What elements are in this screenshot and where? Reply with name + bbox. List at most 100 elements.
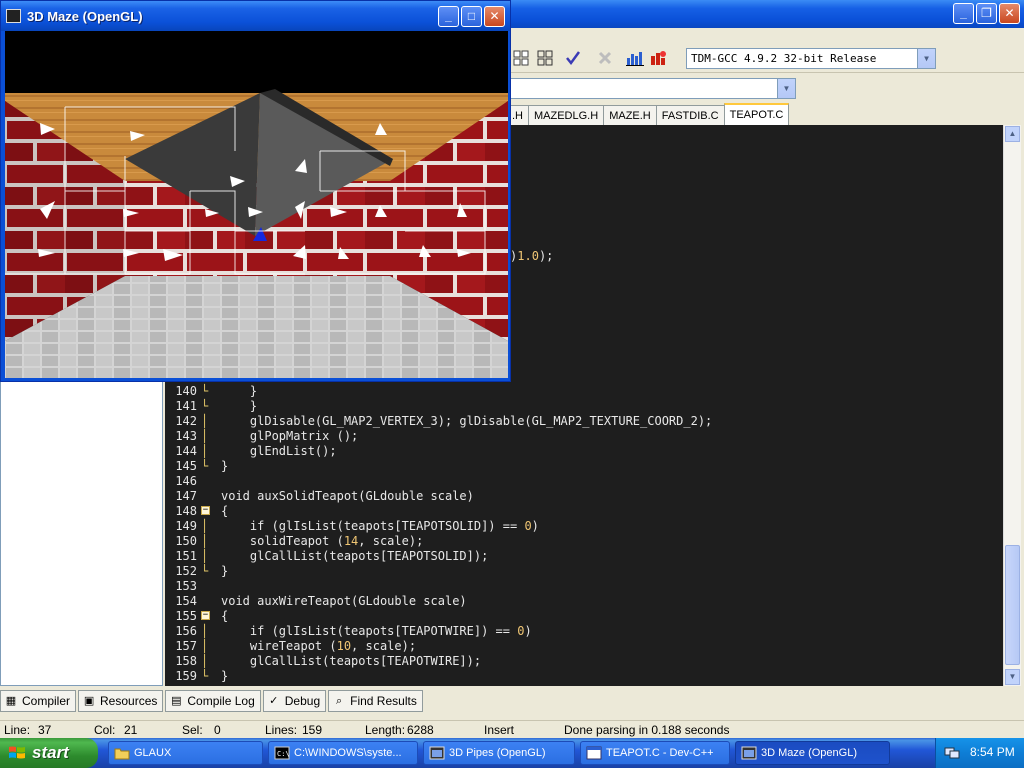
status-length-label: Length: [365, 723, 406, 737]
status-col: Col: 21 [94, 723, 137, 737]
network-icon[interactable] [944, 745, 960, 760]
ide-close-button[interactable]: ✕ [999, 3, 1020, 24]
taskbar-button-label: GLAUX [134, 747, 172, 759]
code-line[interactable]: 153 [165, 579, 1003, 594]
fold-guide: └ [201, 399, 209, 413]
code-text: glCallList(teapots[TEAPOTSOLID]); [221, 549, 489, 563]
code-line[interactable]: 159 └} [165, 669, 1003, 684]
check-icon[interactable] [564, 50, 582, 68]
status-mode: Insert [484, 723, 515, 737]
code-text: } [221, 564, 229, 578]
taskbar-button[interactable]: 3D Maze (OpenGL) [735, 741, 890, 765]
delete-icon[interactable] [596, 50, 614, 68]
code-line[interactable]: 143 │ glPopMatrix (); [165, 429, 1003, 444]
tab-compile-log[interactable]: ▤ Compile Log [165, 690, 261, 712]
code-line[interactable]: 152 └} [165, 564, 1003, 579]
code-line[interactable]: 155− { [165, 609, 1003, 624]
ide-toolbar: TDM-GCC 4.9.2 32-bit Release ▼ [510, 46, 1024, 73]
compiler-select[interactable]: TDM-GCC 4.9.2 32-bit Release ▼ [686, 48, 936, 69]
ide-minimize-button[interactable]: _ [953, 3, 974, 24]
system-tray: 8:54 PM [935, 738, 1024, 768]
code-text: if (glIsList(teapots[TEAPOTWIRE]) == 0) [221, 624, 532, 638]
start-label: start [32, 743, 69, 762]
project-browser-panel[interactable] [0, 380, 163, 686]
tab-label: Find Results [350, 694, 417, 708]
start-button[interactable]: start [0, 738, 98, 768]
fold-guide: │ [201, 429, 209, 443]
line-number: 143 [175, 429, 197, 443]
fold-guide: └ [201, 384, 209, 398]
taskbar-button[interactable]: C:\ C:\WINDOWS\syste... [268, 741, 418, 765]
tab-label: Compiler [22, 694, 71, 708]
maze-title-bar[interactable]: 3D Maze (OpenGL) _ □ ✕ [1, 1, 510, 31]
status-lines-value: 159 [302, 723, 323, 737]
chevron-down-icon[interactable]: ▼ [777, 79, 795, 98]
code-line[interactable]: 140 └ } [165, 384, 1003, 399]
code-text: } [221, 399, 258, 413]
scroll-down-icon[interactable]: ▼ [1005, 669, 1020, 685]
maze-close-button[interactable]: ✕ [484, 6, 505, 27]
clock[interactable]: 8:54 PM [970, 745, 1015, 759]
fold-guide: │ [201, 534, 209, 548]
tab-compiler[interactable]: ▦ Compiler [0, 690, 77, 712]
code-text: glDisable(GL_MAP2_VERTEX_3); glDisable(G… [221, 414, 713, 428]
code-text: { [221, 609, 229, 623]
editor-tabs: .H MAZEDLG.H MAZE.H FASTDIB.C TEAPOT.C [506, 103, 790, 127]
scroll-up-icon[interactable]: ▲ [1005, 126, 1020, 142]
maze-minimize-button[interactable]: _ [438, 6, 459, 27]
code-line[interactable]: 146 [165, 474, 1003, 489]
code-line[interactable]: 150 │ solidTeapot (14, scale); [165, 534, 1003, 549]
code-line[interactable]: 148− { [165, 504, 1003, 519]
status-lines-label: Lines: [265, 723, 298, 737]
code-line[interactable]: 142 │ glDisable(GL_MAP2_VERTEX_3); glDisa… [165, 414, 1003, 429]
taskbar-button[interactable]: 3D Pipes (OpenGL) [423, 741, 575, 765]
line-number: 148 [175, 504, 197, 518]
bar-chart-icon[interactable] [626, 50, 644, 68]
tab-label: Debug [284, 694, 321, 708]
taskbar-button[interactable]: TEAPOT.C - Dev-C++ [580, 741, 730, 765]
chevron-down-icon[interactable]: ▼ [917, 49, 935, 68]
resources-icon: ▣ [83, 695, 95, 707]
tab-find-results[interactable]: ⌕ Find Results [328, 690, 423, 712]
code-line[interactable]: 158 │ glCallList(teapots[TEAPOTWIRE]); [165, 654, 1003, 669]
fold-guide: │ [201, 519, 209, 533]
code-line[interactable]: 141 └ } [165, 399, 1003, 414]
editor-vertical-scrollbar[interactable]: ▲ ▼ [1003, 125, 1021, 686]
tab-mazeh[interactable]: MAZE.H [603, 105, 657, 126]
code-line[interactable]: 151 │ glCallList(teapots[TEAPOTSOLID]); [165, 549, 1003, 564]
tab-resources[interactable]: ▣ Resources [78, 690, 164, 712]
compiler-icon: ▦ [5, 695, 17, 707]
tab-fastdibc[interactable]: FASTDIB.C [655, 105, 725, 126]
windows-flag-icon [9, 746, 25, 759]
code-line[interactable]: 156 │ if (glIsList(teapots[TEAPOTWIRE]) =… [165, 624, 1003, 639]
code-line[interactable]: 149 │ if (glIsList(teapots[TEAPOTSOLID]) … [165, 519, 1003, 534]
code-line[interactable]: 147 void auxSolidTeapot(GLdouble scale) [165, 489, 1003, 504]
profile-icon[interactable] [650, 50, 668, 68]
status-lines: Lines: 159 [265, 723, 322, 737]
svg-text:C:\: C:\ [277, 750, 290, 758]
taskbar-button-label: TEAPOT.C - Dev-C++ [606, 747, 714, 759]
ide-restore-button[interactable]: ❐ [976, 3, 997, 24]
tab-teapotc[interactable]: TEAPOT.C [723, 103, 790, 127]
code-line[interactable]: 144 │ glEndList(); [165, 444, 1003, 459]
tab-debug[interactable]: ✓ Debug [262, 690, 327, 712]
maze-maximize-button[interactable]: □ [461, 6, 482, 27]
maze-window[interactable]: 3D Maze (OpenGL) _ □ ✕ [0, 0, 511, 382]
grid-icon[interactable] [512, 50, 530, 68]
maze-window-title: 3D Maze (OpenGL) [27, 9, 143, 24]
code-line[interactable]: 157 │ wireTeapot (10, scale); [165, 639, 1003, 654]
scrollbar-thumb[interactable] [1005, 545, 1020, 665]
taskbar-button[interactable]: GLAUX [108, 741, 263, 765]
status-line-value: 37 [38, 723, 52, 737]
fold-toggle-icon[interactable]: − [201, 506, 210, 515]
grid-layout-icon[interactable] [536, 50, 554, 68]
maze-3d-viewport[interactable] [5, 31, 508, 378]
code-line[interactable]: 154 void auxWireTeapot(GLdouble scale) [165, 594, 1003, 609]
code-line[interactable]: 145 └} [165, 459, 1003, 474]
line-number: 152 [175, 564, 197, 578]
tab-mazedlgh[interactable]: MAZEDLG.H [528, 105, 605, 126]
opengl-app-icon[interactable] [6, 9, 21, 23]
fold-toggle-icon[interactable]: − [201, 611, 210, 620]
line-number: 141 [175, 399, 197, 413]
function-select[interactable]: ▼ [510, 78, 796, 99]
